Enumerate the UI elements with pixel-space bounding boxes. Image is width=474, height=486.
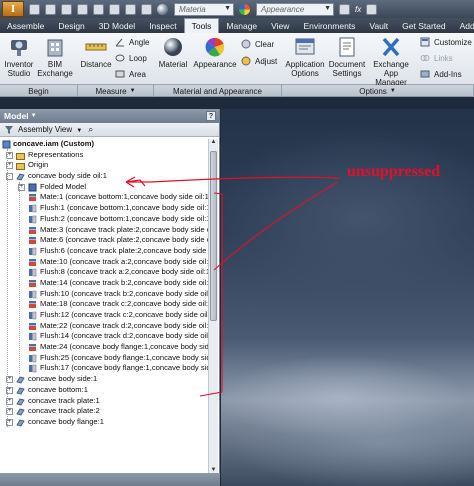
annotation-overlay <box>125 176 341 397</box>
annotation-arrow-line <box>125 176 341 187</box>
annotation-pointer-line <box>213 181 339 271</box>
annotation-text: unsuppressed <box>347 163 441 180</box>
annotation-bracket <box>199 192 223 397</box>
inventor-window: I Materia ▼ Appearance ▼ fx Assemble Des… <box>0 0 474 486</box>
